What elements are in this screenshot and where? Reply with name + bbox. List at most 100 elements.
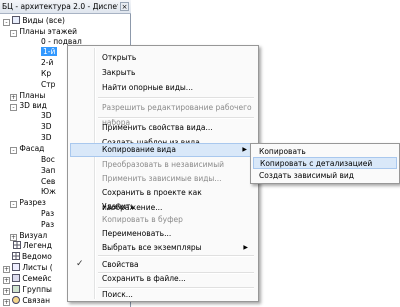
tree-item-label: Визуал — [19, 231, 48, 240]
tree-item-legends[interactable]: Легенд — [13, 240, 52, 251]
tree-item[interactable]: Зап — [41, 165, 55, 176]
tree-item-sections[interactable]: - Разрез — [10, 197, 46, 208]
submenu-item-duplicate-as-dependent[interactable]: Создать зависимый вид — [253, 170, 397, 182]
menu-separator — [98, 97, 254, 99]
tree-item-label: Связан — [22, 296, 51, 305]
collapse-icon[interactable]: - — [10, 104, 17, 111]
menu-item-save-to-file[interactable]: Сохранить в файле... — [70, 271, 256, 286]
collapse-icon[interactable]: - — [3, 19, 10, 26]
submenu-arrow-icon: ▶ — [243, 244, 248, 251]
tree-item-groups[interactable]: + Группы — [3, 284, 52, 295]
close-icon[interactable]: × — [120, 2, 129, 11]
menu-item-make-workset-editable: Разрешить редактирование рабочего набора — [70, 100, 256, 127]
menu-item-save-as-image[interactable]: Сохранить в проекте как изображение... — [70, 185, 256, 212]
menu-item-apply-dependent-views: Применить зависимые виды... — [70, 171, 256, 186]
tree-item-families[interactable]: + Семейс — [3, 273, 52, 284]
menu-item-label: Преобразовать в независимый — [102, 160, 225, 169]
tree-item-label: Вос — [41, 155, 55, 164]
tree-item[interactable]: Стр — [41, 79, 55, 90]
group-icon — [12, 285, 21, 293]
menu-item-select-all-instances[interactable]: Выбрать все экземпляры ▶ — [70, 240, 256, 255]
collapse-icon[interactable]: - — [10, 147, 17, 154]
tree-item-selected[interactable]: 1-й — [41, 46, 58, 57]
expand-icon[interactable]: + — [3, 266, 10, 273]
tree-item-label: Виды (все) — [22, 16, 65, 25]
checkmark-icon: ✓ — [76, 259, 84, 269]
menu-separator — [98, 117, 254, 119]
menu-item-label: Открыть — [102, 53, 137, 62]
tree-item-label: Сев — [41, 177, 56, 186]
tree-item[interactable]: 3D — [41, 132, 52, 143]
browser-title: БЦ - архитектура 2.0 - Диспетчер — [2, 2, 118, 11]
menu-item-properties[interactable]: ✓ Свойства — [70, 257, 256, 272]
menu-item-label: Сохранить в файле... — [102, 274, 186, 283]
tree-item[interactable]: Вос — [41, 154, 55, 165]
menu-item-label: Закрыть — [102, 68, 136, 77]
tree-item[interactable]: Кр — [41, 68, 51, 79]
tree-item[interactable]: Раз — [41, 219, 54, 230]
legend-icon — [13, 241, 21, 249]
menu-item-label: Копировать в буфер — [102, 215, 183, 224]
tree-item[interactable]: Юж — [41, 186, 56, 197]
tree-item[interactable]: 2-й — [41, 57, 53, 68]
tree-item-label: 3D — [41, 111, 52, 120]
tree-item-views-all[interactable]: - Виды (все) — [3, 15, 65, 26]
menu-item-find-referring-views[interactable]: Найти опорные виды... — [70, 80, 256, 95]
collapse-icon[interactable]: - — [10, 201, 17, 208]
menu-item-convert-independent: Преобразовать в независимый — [70, 157, 256, 172]
tree-item-label: Зап — [41, 166, 56, 175]
tree-item-label: Листы ( — [22, 263, 53, 272]
tree-item[interactable]: Раз — [41, 208, 54, 219]
expand-icon[interactable]: + — [3, 277, 10, 284]
tree-item-label: Кр — [41, 69, 52, 78]
tree-item-label: Семейс — [22, 274, 52, 283]
submenu-arrow-icon: ▶ — [242, 146, 247, 153]
tree-item-label: 3D — [41, 122, 52, 131]
tree-item-label: Фасад — [19, 144, 45, 153]
tree-item-label: Стр — [41, 80, 56, 89]
tree-item-label: Раз — [41, 209, 55, 218]
expand-icon[interactable]: + — [3, 299, 10, 306]
submenu-item-duplicate-with-detailing[interactable]: Копировать с детализацией — [253, 157, 397, 169]
tree-item-label: Планы этажей — [19, 27, 77, 36]
tree-item-label: 2-й — [41, 58, 54, 67]
tree-item-schedules[interactable]: Ведомо — [3, 251, 52, 262]
tree-item-label: Легенд — [23, 241, 52, 250]
expand-icon[interactable]: + — [3, 288, 10, 295]
tree-item-sheets[interactable]: + Листы ( — [3, 262, 53, 273]
tree-item-label: Группы — [22, 285, 52, 294]
menu-item-label: Копировать с детализацией — [260, 159, 373, 168]
tree-item-label: Раз — [41, 220, 55, 229]
tree-item-label: Юж — [41, 187, 56, 196]
duplicate-view-submenu: Копировать Копировать с детализацией Соз… — [250, 143, 400, 184]
tree-item-label: 3D вид — [19, 101, 47, 110]
menu-item-apply-view-properties[interactable]: Применить свойства вида... — [70, 120, 256, 135]
menu-item-label: Применить свойства вида... — [102, 123, 213, 132]
tree-item-label: 3D — [41, 133, 52, 142]
menu-item-label: Свойства — [102, 260, 139, 269]
menu-item-label: Создать зависимый вид — [259, 171, 354, 180]
tree-item-elevations[interactable]: - Фасад — [10, 143, 44, 154]
tree-item-links[interactable]: + Связан — [3, 295, 50, 306]
menu-item-label: Копирование вида — [102, 145, 176, 154]
schedule-icon — [12, 252, 20, 260]
views-icon — [12, 16, 21, 24]
tree-item[interactable]: 3D — [41, 121, 52, 132]
context-menu: Открыть Закрыть Найти опорные виды... Ра… — [67, 45, 259, 302]
link-icon — [12, 296, 21, 304]
menu-item-duplicate-view[interactable]: Копирование вида ▶ — [70, 143, 256, 157]
sheet-icon — [12, 263, 21, 271]
menu-item-open[interactable]: Открыть — [70, 50, 256, 65]
menu-item-label: Найти опорные виды... — [102, 83, 193, 92]
menu-item-rename[interactable]: Переименовать... — [70, 226, 256, 241]
menu-item-label: Применить зависимые виды... — [102, 174, 222, 183]
tree-item[interactable]: 3D — [41, 110, 52, 121]
menu-item-label: Переименовать... — [102, 229, 172, 238]
menu-item-search[interactable]: Поиск... — [70, 287, 256, 302]
tree-item-label: Разрез — [19, 198, 46, 207]
menu-item-close[interactable]: Закрыть — [70, 65, 256, 80]
menu-item-label: Выбрать все экземпляры — [102, 243, 202, 252]
tree-item-label: Планы — [19, 91, 46, 100]
tree-item-label: Ведомо — [22, 252, 52, 261]
collapse-icon[interactable]: - — [10, 30, 17, 37]
